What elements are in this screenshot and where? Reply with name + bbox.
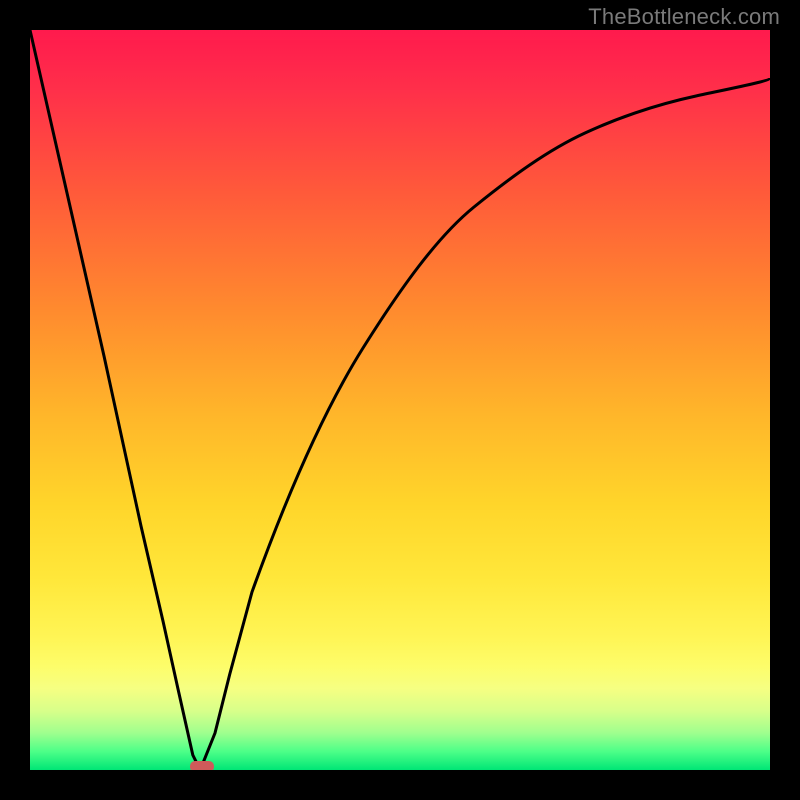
watermark-text: TheBottleneck.com: [588, 4, 780, 30]
plot-area: [30, 30, 770, 770]
min-marker: [190, 761, 214, 770]
bottleneck-curve-path: [30, 30, 770, 770]
chart-stage: TheBottleneck.com: [0, 0, 800, 800]
curve-svg: [30, 30, 770, 770]
